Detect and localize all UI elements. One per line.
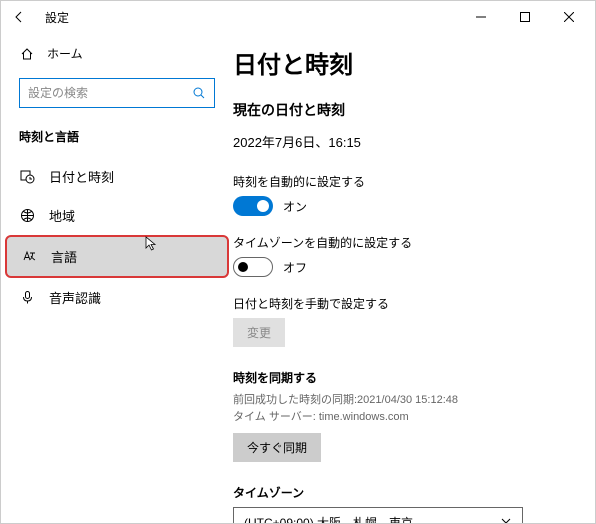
tz-select[interactable]: (UTC+09:00) 大阪、札幌、東京 <box>233 507 523 523</box>
back-button[interactable] <box>5 3 33 31</box>
arrow-left-icon <box>12 10 26 24</box>
sidebar-item-label: 言語 <box>51 247 77 266</box>
sidebar: ホーム 時刻と言語 日付と時刻 地域 言語 音声認識 <box>1 33 233 523</box>
sidebar-item-label: 音声認識 <box>49 288 101 307</box>
search-icon <box>192 86 206 100</box>
titlebar: 設定 <box>1 1 595 33</box>
microphone-icon <box>19 290 35 306</box>
minimize-icon <box>476 12 486 22</box>
auto-tz-label: タイムゾーンを自動的に設定する <box>233 234 567 251</box>
window-title: 設定 <box>45 9 69 26</box>
minimize-button[interactable] <box>459 1 503 33</box>
calendar-clock-icon <box>19 169 35 185</box>
sidebar-item-label: 日付と時刻 <box>49 167 114 186</box>
sidebar-item-datetime[interactable]: 日付と時刻 <box>1 157 233 196</box>
sidebar-home-label: ホーム <box>47 45 83 62</box>
sync-last: 前回成功した時刻の同期:2021/04/30 15:12:48 <box>233 392 567 409</box>
sidebar-home[interactable]: ホーム <box>1 39 233 68</box>
globe-icon <box>19 208 35 224</box>
sidebar-section-header: 時刻と言語 <box>1 122 233 157</box>
sidebar-item-language[interactable]: 言語 <box>5 235 229 278</box>
tz-value: (UTC+09:00) 大阪、札幌、東京 <box>244 514 413 524</box>
search-box[interactable] <box>19 78 215 108</box>
page-heading: 日付と時刻 <box>233 45 567 80</box>
chevron-down-icon <box>500 515 512 524</box>
auto-tz-state: オフ <box>283 259 307 276</box>
close-icon <box>564 12 574 22</box>
main-panel: 日付と時刻 現在の日付と時刻 2022年7月6日、16:15 時刻を自動的に設定… <box>233 33 595 523</box>
close-button[interactable] <box>547 1 591 33</box>
current-datetime-title: 現在の日付と時刻 <box>233 100 567 120</box>
sync-server: タイム サーバー: time.windows.com <box>233 409 567 426</box>
sidebar-item-region[interactable]: 地域 <box>1 196 233 235</box>
sidebar-item-label: 地域 <box>49 206 75 225</box>
auto-tz-toggle[interactable] <box>233 257 273 277</box>
maximize-button[interactable] <box>503 1 547 33</box>
auto-time-toggle[interactable] <box>233 196 273 216</box>
current-datetime-value: 2022年7月6日、16:15 <box>233 132 567 151</box>
cursor-icon <box>145 236 161 252</box>
sync-title: 時刻を同期する <box>233 369 567 386</box>
sync-now-button[interactable]: 今すぐ同期 <box>233 433 321 462</box>
tz-label: タイムゾーン <box>233 484 567 501</box>
maximize-icon <box>520 12 530 22</box>
home-icon <box>19 46 35 62</box>
search-input[interactable] <box>28 86 192 100</box>
change-button[interactable]: 変更 <box>233 318 285 347</box>
language-icon <box>21 249 37 265</box>
manual-label: 日付と時刻を手動で設定する <box>233 295 567 312</box>
auto-time-label: 時刻を自動的に設定する <box>233 173 567 190</box>
auto-time-state: オン <box>283 198 307 215</box>
sidebar-item-speech[interactable]: 音声認識 <box>1 278 233 317</box>
